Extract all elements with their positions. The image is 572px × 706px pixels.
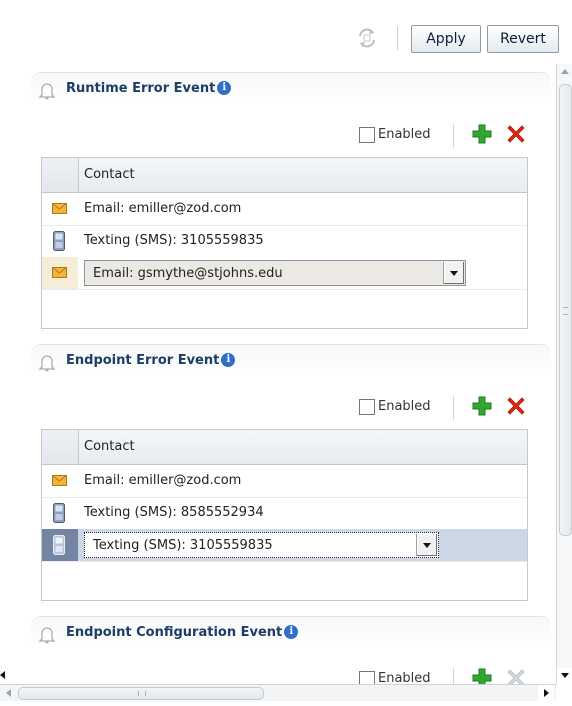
row-gutter (42, 225, 78, 257)
table-row[interactable]: Email: emiller@zod.com (42, 465, 527, 498)
revert-button[interactable]: Revert (487, 25, 559, 53)
contact-cell: Email: emiller@zod.com (84, 473, 242, 488)
add-icon[interactable] (472, 396, 492, 416)
horizontal-scroll-thumb[interactable] (18, 687, 264, 700)
contact-column-header[interactable]: Contact (84, 439, 135, 454)
header-gutter (42, 430, 79, 464)
scroll-up-arrow-icon[interactable] (557, 64, 572, 80)
row-gutter (42, 529, 78, 561)
delete-icon-disabled (507, 669, 525, 684)
delete-icon[interactable] (507, 125, 525, 143)
row-gutter (42, 497, 78, 529)
horizontal-scrollbar[interactable] (0, 684, 556, 701)
contact-column-header[interactable]: Contact (84, 167, 135, 182)
separator (453, 668, 454, 684)
table-row-selected[interactable]: Texting (SMS): 3105559835 (42, 529, 527, 562)
table-row-editing[interactable]: Email: gsmythe@stjohns.edu (42, 257, 527, 290)
phone-icon (53, 535, 65, 555)
info-icon[interactable]: i (284, 625, 299, 639)
section-title: Runtime Error Event i (66, 81, 232, 96)
separator (453, 124, 454, 148)
phone-icon (53, 231, 65, 251)
toolbar: Apply Revert (0, 0, 572, 62)
notification-panel: Runtime Error Event i Enabled Contact Em… (9, 64, 558, 684)
add-icon[interactable] (472, 668, 492, 684)
separator (453, 396, 454, 420)
row-gutter (42, 465, 78, 497)
enabled-checkbox[interactable] (359, 671, 375, 684)
enabled-checkbox[interactable] (359, 399, 375, 415)
envelope-icon (52, 267, 67, 278)
scrollbar-corner (556, 684, 572, 706)
vertical-scroll-thumb[interactable] (559, 84, 572, 536)
row-gutter (42, 257, 78, 289)
table-row[interactable]: Texting (SMS): 8585552934 (42, 497, 527, 530)
chevron-down-icon[interactable] (443, 262, 464, 284)
table-header: Contact (42, 430, 527, 465)
phone-icon (53, 503, 65, 523)
contact-cell: Texting (SMS): 3105559835 (84, 233, 264, 248)
contact-cell: Texting (SMS): 8585552934 (84, 505, 264, 520)
delete-icon[interactable] (507, 397, 525, 415)
section-header: Endpoint Configuration Event i (31, 616, 551, 647)
enabled-label: Enabled (378, 671, 431, 684)
contact-cell: Email: emiller@zod.com (84, 201, 242, 216)
contact-select-value: Email: gsmythe@stjohns.edu (93, 266, 283, 281)
contact-select-value: Texting (SMS): 3105559835 (93, 538, 273, 553)
scroll-down-arrow-icon[interactable] (557, 668, 572, 684)
vertical-scrollbar[interactable] (556, 64, 572, 684)
enabled-checkbox[interactable] (359, 127, 375, 143)
grip-icon (138, 691, 146, 696)
envelope-icon (52, 475, 67, 486)
bell-icon (38, 355, 56, 372)
collapse-left-arrow-icon[interactable] (0, 668, 6, 682)
contact-select[interactable]: Email: gsmythe@stjohns.edu (84, 260, 466, 286)
section-header: Endpoint Error Event i (31, 344, 551, 375)
chevron-down-icon[interactable] (416, 534, 437, 556)
contact-select[interactable]: Texting (SMS): 3105559835 (84, 532, 439, 558)
info-icon[interactable]: i (221, 353, 236, 367)
table-row[interactable]: Texting (SMS): 3105559835 (42, 225, 527, 258)
header-gutter (42, 158, 79, 192)
scroll-right-arrow-icon[interactable] (538, 685, 554, 701)
bell-icon (38, 627, 56, 644)
scroll-left-arrow-icon[interactable] (2, 685, 16, 701)
table-row[interactable]: Email: emiller@zod.com (42, 193, 527, 226)
section-title: Endpoint Configuration Event i (66, 625, 299, 640)
envelope-icon (52, 203, 67, 214)
row-gutter (42, 193, 78, 225)
contact-table: Contact Email: emiller@zod.com Texting (… (41, 157, 528, 329)
contact-table: Contact Email: emiller@zod.com Texting (… (41, 429, 528, 601)
refresh-icon[interactable] (356, 26, 378, 50)
info-icon[interactable]: i (217, 81, 232, 95)
section-header: Runtime Error Event i (31, 72, 551, 103)
section-title: Endpoint Error Event i (66, 353, 236, 368)
toolbar-separator (397, 26, 398, 50)
grip-icon (563, 307, 568, 315)
enabled-label: Enabled (378, 127, 431, 142)
bell-icon (38, 83, 56, 100)
enabled-label: Enabled (378, 399, 431, 414)
apply-button[interactable]: Apply (411, 25, 481, 53)
add-icon[interactable] (472, 124, 492, 144)
table-header: Contact (42, 158, 527, 193)
